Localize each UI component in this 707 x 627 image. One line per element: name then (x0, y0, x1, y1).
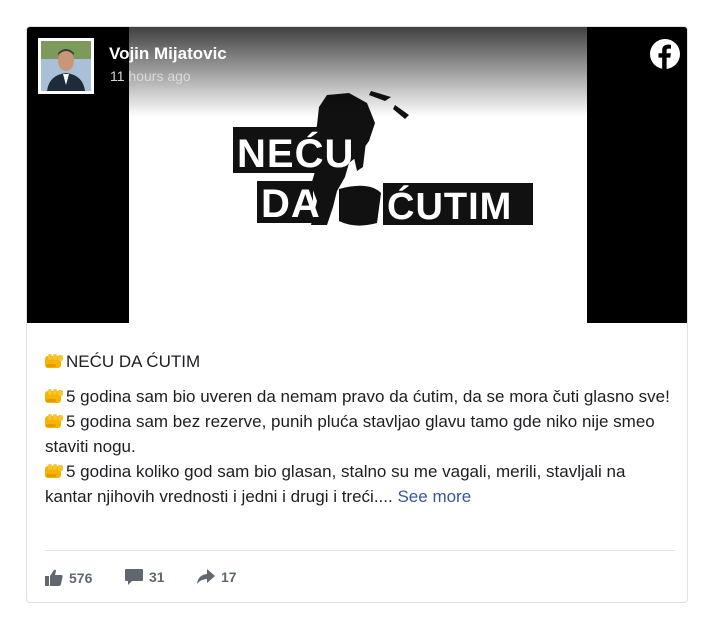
post-timestamp[interactable]: 11 hours ago (110, 68, 191, 84)
post-media[interactable]: NEĆU DA ĆUTIM Vojin Mijatovic 11 hours a… (27, 27, 687, 323)
likes-count-text: 576 (69, 570, 93, 586)
embedded-post-card: NEĆU DA ĆUTIM Vojin Mijatovic 11 hours a… (26, 26, 688, 603)
post-title: NEĆU DA ĆUTIM (66, 352, 201, 371)
avatar-photo-icon (41, 41, 91, 91)
thumbs-up-icon (45, 569, 63, 586)
author-name[interactable]: Vojin Mijatovic (109, 44, 227, 64)
post-paragraph: 5 godina sam bio uveren da nemam pravo d… (45, 384, 675, 409)
divider (45, 550, 675, 551)
share-arrow-icon (197, 569, 215, 584)
shares-count[interactable]: 17 (197, 569, 237, 585)
avatar[interactable] (38, 38, 94, 94)
post-paragraph-text: 5 godina sam bez rezerve, punih pluća st… (45, 412, 655, 456)
comments-count-text: 31 (149, 569, 165, 585)
post-title-line: NEĆU DA ĆUTIM (45, 349, 675, 374)
post-paragraph-text: 5 godina sam bio uveren da nemam pravo d… (66, 387, 670, 406)
oncoming-fist-icon (45, 414, 63, 428)
see-more-link[interactable]: See more (397, 487, 471, 506)
comment-icon (125, 569, 143, 585)
post-message: NEĆU DA ĆUTIM 5 godina sam bio uveren da… (45, 349, 675, 509)
post-paragraph: 5 godina koliko god sam bio glasan, stal… (45, 459, 675, 509)
shares-count-text: 17 (221, 569, 237, 585)
oncoming-fist-icon (45, 464, 63, 478)
fingers-shape (339, 185, 381, 226)
oncoming-fist-icon (45, 389, 63, 403)
post-paragraph-text: 5 godina koliko god sam bio glasan, stal… (45, 462, 626, 506)
logo-line-2: DA (261, 182, 321, 226)
logo-line-1: NEĆU (237, 130, 354, 176)
oncoming-fist-icon (45, 354, 63, 368)
facebook-icon[interactable] (650, 39, 680, 69)
likes-count[interactable]: 576 (45, 569, 92, 586)
post-paragraph: 5 godina sam bez rezerve, punih pluća st… (45, 409, 675, 459)
comments-count[interactable]: 31 (125, 569, 165, 585)
logo-line-3: ĆUTIM (387, 184, 512, 228)
